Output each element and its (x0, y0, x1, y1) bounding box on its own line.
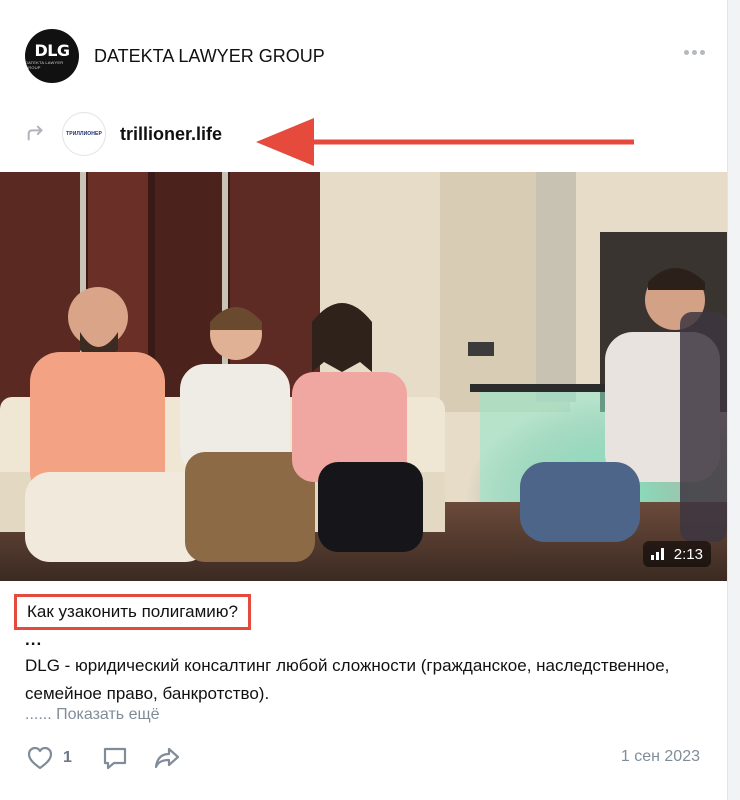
share-icon (154, 747, 180, 769)
heart-icon (27, 746, 53, 770)
comment-button[interactable] (100, 743, 130, 773)
post-actions: 1 (25, 742, 182, 774)
show-more-link[interactable]: Показать ещё (56, 706, 159, 723)
dot (700, 50, 705, 55)
group-avatar[interactable]: DLG DATEKTA LAWYER GROUP (25, 29, 79, 83)
source-name[interactable]: trillioner.life (120, 124, 222, 145)
like-count: 1 (63, 749, 72, 766)
source-avatar[interactable]: ТРИЛЛИОНЕР (62, 112, 106, 156)
dot (692, 50, 697, 55)
video-player[interactable]: 2:13 (0, 172, 727, 581)
dot (684, 50, 689, 55)
show-more-prefix: ...... (25, 706, 52, 723)
group-name[interactable]: DATEKTA LAWYER GROUP (94, 46, 325, 67)
repost-source-row: ТРИЛЛИОНЕР trillioner.life (25, 112, 222, 156)
post-title-highlight: Как узаконить полигамию? (14, 594, 251, 630)
post-description: DLG - юридический консалтинг любой сложн… (25, 656, 670, 703)
source-avatar-text: ТРИЛЛИОНЕР (66, 131, 102, 137)
ellipsis-line: ... (25, 630, 43, 649)
post-header: DLG DATEKTA LAWYER GROUP DATEKTA LAWYER … (25, 28, 715, 84)
post-date[interactable]: 1 сен 2023 (621, 748, 700, 766)
group-avatar-logo: DLG (34, 40, 70, 60)
share-button[interactable] (152, 743, 182, 773)
comment-icon (103, 747, 127, 770)
bars-icon (650, 548, 664, 560)
more-dots-icon[interactable] (684, 50, 705, 55)
video-duration-badge: 2:13 (642, 541, 711, 567)
show-more-row: ...... Показать ещё (25, 706, 160, 724)
group-avatar-subtext: DATEKTA LAWYER GROUP (25, 59, 64, 70)
annotation-arrow (256, 118, 634, 166)
repost-arrow-icon (27, 125, 43, 141)
video-duration: 2:13 (673, 545, 703, 563)
scrollbar-track[interactable] (727, 0, 740, 800)
like-button[interactable]: 1 (25, 743, 72, 773)
post-card: DLG DATEKTA LAWYER GROUP DATEKTA LAWYER … (0, 0, 740, 800)
post-title: Как узаконить полигамию? (27, 602, 238, 621)
video-thumbnail (0, 172, 727, 581)
